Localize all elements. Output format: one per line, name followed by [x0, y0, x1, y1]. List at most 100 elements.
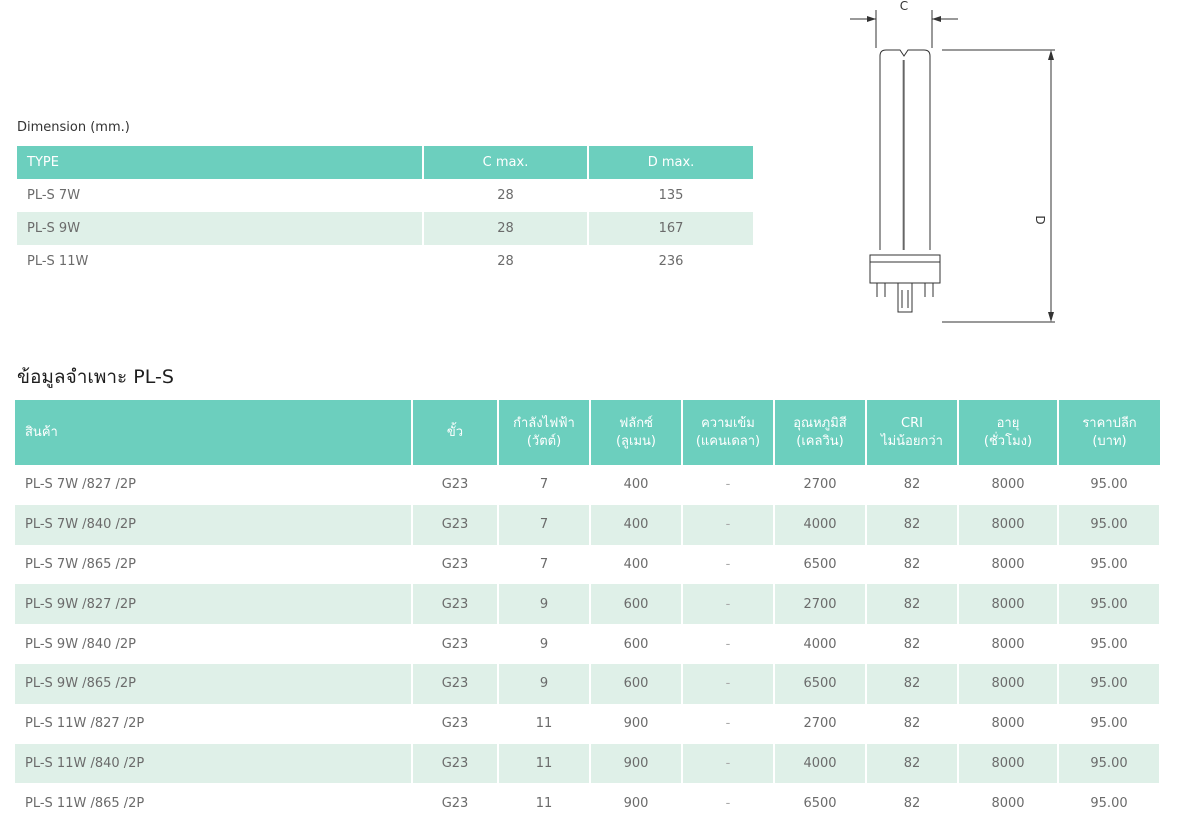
- table-row: PL-S 9W 28 167: [17, 212, 753, 245]
- spec-cell-base: G23: [441, 477, 469, 493]
- spec-cell-price: 95.00: [1090, 636, 1128, 652]
- spec-cell-lifetime: 8000: [991, 477, 1025, 493]
- spec-cell-price: 95.00: [1090, 716, 1128, 732]
- spec-cell-cri: 82: [866, 584, 958, 625]
- spec-cell-color-temp: 2700: [803, 716, 837, 732]
- spec-cell-base: G23: [412, 584, 498, 625]
- spec-cell-lifetime: 8000: [991, 636, 1025, 652]
- spec-cell-price: 95.00: [1090, 477, 1128, 493]
- spec-cell-color-temp: 6500: [774, 663, 866, 704]
- spec-cell-intensity: -: [682, 663, 774, 704]
- spec-cell-base: G23: [441, 636, 469, 652]
- spec-cell-base: G23: [412, 504, 498, 545]
- spec-cell-lifetime: 8000: [958, 743, 1058, 784]
- spec-cell-color-temp: 4000: [774, 743, 866, 784]
- spec-cell-intensity: -: [682, 743, 774, 784]
- spec-header-flux: ฟลักซ์ (ลูเมน): [590, 400, 683, 465]
- spec-cell-color-temp: 4000: [803, 636, 837, 652]
- dimension-header-type: TYPE: [17, 146, 424, 179]
- spec-cell-cri: 82: [866, 743, 958, 784]
- spec-cell-flux: 400: [623, 556, 649, 572]
- dimension-label-c: C: [900, 0, 908, 13]
- table-row: PL-S 7W /865 /2P G23 7 400 - 6500 82 800…: [15, 545, 1160, 585]
- lamp-pins: [876, 283, 934, 297]
- dimension-header-row: TYPE C max. D max.: [17, 146, 753, 179]
- table-row: PL-S 7W 28 135: [17, 179, 753, 212]
- dimension-cell-c: 28: [423, 212, 589, 245]
- spec-cell-intensity: -: [725, 716, 731, 732]
- c-arrow-head-left: [867, 16, 876, 22]
- spec-header-price: ราคาปลีก (บาท): [1058, 400, 1160, 465]
- table-row: PL-S 7W /827 /2P G23 7 400 - 2700 82 800…: [15, 465, 1160, 505]
- spec-cell-lifetime: 8000: [958, 663, 1058, 704]
- spec-cell-intensity: -: [682, 584, 774, 625]
- table-row: PL-S 11W /865 /2P G23 11 900 - 6500 82 8…: [15, 783, 1160, 823]
- spec-cell-flux: 600: [590, 663, 682, 704]
- spec-cell-wattage: 9: [498, 584, 590, 625]
- spec-cell-base: G23: [441, 795, 469, 811]
- spec-cell-product: PL-S 11W /865 /2P: [25, 795, 145, 811]
- spec-cell-cri: 82: [866, 663, 958, 704]
- spec-cell-intensity: -: [725, 795, 731, 811]
- spec-cell-product: PL-S 11W /827 /2P: [25, 716, 145, 732]
- spec-section-title: ข้อมูลจำเพาะ PL-S: [17, 366, 174, 388]
- spec-cell-lifetime: 8000: [991, 795, 1025, 811]
- spec-cell-product: PL-S 11W /840 /2P: [15, 743, 412, 784]
- dimension-cell-type: PL-S 7W: [17, 179, 424, 212]
- spec-cell-base: G23: [441, 556, 469, 572]
- spec-cell-flux: 900: [590, 743, 682, 784]
- spec-cell-wattage: 9: [498, 663, 590, 704]
- dimension-cell-c: 28: [423, 245, 589, 278]
- lamp-tube-outline: [879, 49, 931, 250]
- spec-cell-cri: 82: [903, 636, 921, 652]
- spec-cell-wattage: 11: [535, 716, 553, 732]
- spec-cell-price: 95.00: [1090, 795, 1128, 811]
- spec-cell-intensity: -: [682, 504, 774, 545]
- spec-cell-color-temp: 4000: [774, 504, 866, 545]
- spec-header-lifetime: อายุ (ชั่วโมง): [958, 400, 1059, 465]
- spec-cell-price: 95.00: [1058, 743, 1160, 784]
- spec-cell-price: 95.00: [1058, 584, 1160, 625]
- spec-cell-base: G23: [441, 716, 469, 732]
- spec-cell-flux: 400: [590, 504, 682, 545]
- lamp-base: [869, 254, 941, 284]
- spec-cell-base: G23: [412, 663, 498, 704]
- spec-cell-color-temp: 6500: [803, 556, 837, 572]
- spec-cell-price: 95.00: [1058, 504, 1160, 545]
- spec-header-wattage: กำลังไฟฟ้า (วัตต์): [498, 400, 591, 465]
- spec-cell-flux: 600: [623, 636, 649, 652]
- spec-header-row: สินค้า ขั้ว กำลังไฟฟ้า (วัตต์) ฟลักซ์ (ลูเ…: [15, 400, 1160, 465]
- spec-cell-product: PL-S 9W /840 /2P: [25, 636, 137, 652]
- spec-cell-price: 95.00: [1090, 556, 1128, 572]
- dimension-caption: Dimension (mm.): [17, 120, 130, 135]
- spec-cell-product: PL-S 9W /827 /2P: [15, 584, 412, 625]
- spec-cell-flux: 600: [590, 584, 682, 625]
- d-arrow-head-bottom: [1048, 312, 1054, 322]
- table-row: PL-S 11W 28 236: [17, 245, 753, 278]
- spec-cell-flux: 900: [623, 716, 649, 732]
- dimension-cell-c: 28: [423, 179, 589, 212]
- spec-cell-cri: 82: [903, 556, 921, 572]
- dimension-table: TYPE C max. D max. PL-S 7W 28 135 PL-S 9…: [17, 146, 753, 278]
- dimension-header-c-max: C max.: [423, 146, 589, 179]
- spec-cell-cri: 82: [866, 504, 958, 545]
- dimension-cell-d: 236: [658, 254, 684, 269]
- spec-cell-color-temp: 2700: [774, 584, 866, 625]
- dimension-cell-d: 135: [658, 188, 684, 203]
- spec-cell-color-temp: 2700: [803, 477, 837, 493]
- spec-cell-product: PL-S 7W /840 /2P: [15, 504, 412, 545]
- spec-cell-wattage: 7: [539, 556, 549, 572]
- spec-cell-lifetime: 8000: [991, 556, 1025, 572]
- spec-cell-flux: 900: [623, 795, 649, 811]
- spec-cell-product: PL-S 9W /865 /2P: [15, 663, 412, 704]
- dimension-cell-type: PL-S 9W: [17, 212, 424, 245]
- spec-header-cri: CRI ไม่น้อยกว่า: [866, 400, 959, 465]
- spec-header-color-temp: อุณหภูมิสี (เคลวิน): [774, 400, 867, 465]
- spec-cell-price: 95.00: [1058, 663, 1160, 704]
- spec-cell-wattage: 11: [535, 795, 553, 811]
- dimension-header-d-max: D max.: [588, 146, 753, 179]
- table-row: PL-S 9W /827 /2P G23 9 600 - 2700 82 800…: [15, 584, 1160, 625]
- spec-header-product: สินค้า: [15, 400, 413, 465]
- lamp-center-post: [897, 283, 913, 313]
- d-arrow-head-top: [1048, 50, 1054, 60]
